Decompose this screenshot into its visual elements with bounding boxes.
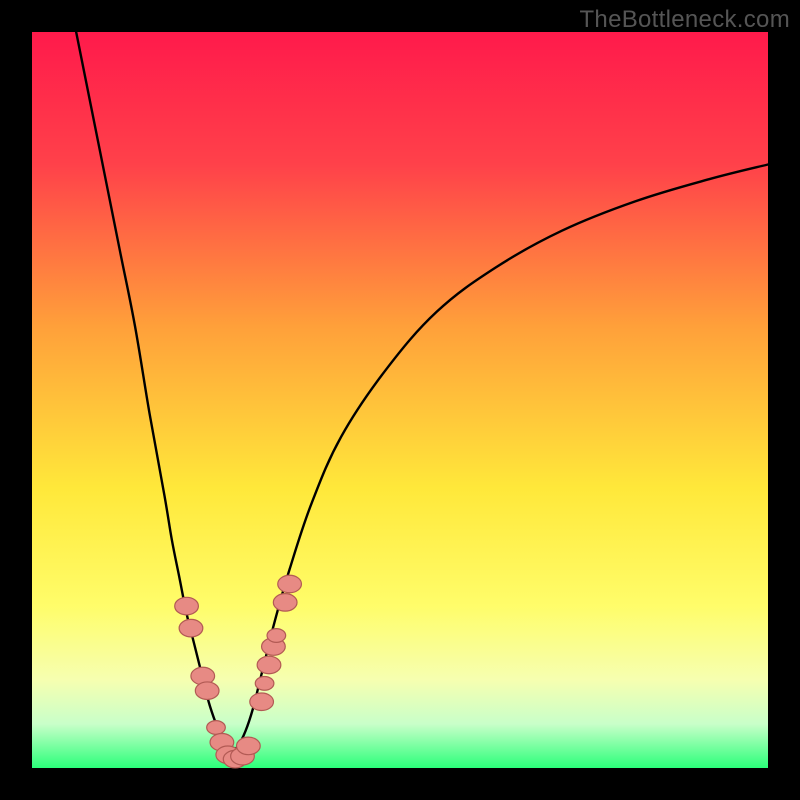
chart-svg [32, 32, 768, 768]
marker-dot [257, 656, 281, 674]
marker-dot [175, 597, 199, 615]
marker-layer [175, 575, 302, 768]
watermark: TheBottleneck.com [579, 6, 790, 34]
marker-dot [278, 575, 302, 593]
marker-dot [195, 682, 219, 700]
marker-dot [250, 693, 274, 711]
curve-left [76, 32, 231, 753]
marker-dot [207, 721, 226, 735]
marker-dot [179, 619, 203, 637]
marker-dot [273, 594, 297, 612]
marker-dot [267, 629, 286, 643]
marker-dot [237, 737, 261, 755]
curve-right [231, 164, 768, 753]
marker-dot [255, 676, 274, 690]
chart-frame: TheBottleneck.com [0, 0, 800, 800]
